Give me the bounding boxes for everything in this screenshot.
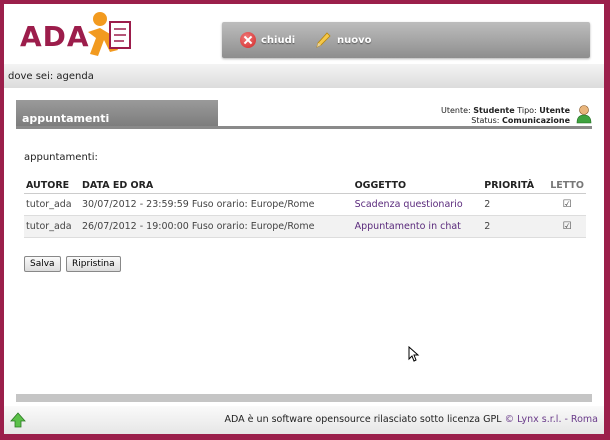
panel-divider [16, 126, 592, 129]
cell-author: tutor_ada [24, 193, 80, 216]
read-checkbox[interactable]: ☑ [563, 200, 572, 210]
status-value: Comunicazione [502, 116, 570, 125]
col-header-subject: OGGETTO [352, 176, 483, 194]
cell-subject: Appuntamento in chat [352, 215, 483, 238]
app-frame: ADA chiudi nuovo dove sei: agenda appunt… [4, 4, 604, 434]
list-subtitle: appuntamenti: [24, 152, 98, 163]
footer-license: ADA è un software opensource rilasciato … [224, 414, 502, 425]
table-row: tutor_ada 26/07/2012 - 19:00:00 Fuso ora… [24, 215, 586, 238]
col-header-datetime: DATA ED ORA [79, 176, 353, 194]
user-info: Utente: Studente Tipo: Utente Status: Co… [441, 106, 570, 126]
read-checkbox[interactable]: ☑ [563, 222, 572, 232]
logo-figure-icon [88, 12, 131, 56]
ada-logo[interactable]: ADA [18, 10, 138, 58]
status-label: Status: [471, 116, 500, 125]
save-button[interactable]: Salva [24, 256, 61, 272]
new-button[interactable]: nuovo [314, 31, 372, 49]
cell-priority: 2 [482, 215, 549, 238]
pencil-icon [316, 32, 331, 48]
table-header-row: AUTORE DATA ED ORA OGGETTO PRIORITÀ LETT… [24, 176, 586, 194]
close-label: chiudi [261, 34, 296, 46]
cell-datetime: 26/07/2012 - 19:00:00 Fuso orario: Europ… [79, 215, 353, 238]
close-button[interactable]: chiudi [240, 31, 295, 49]
appointments-table: AUTORE DATA ED ORA OGGETTO PRIORITÀ LETT… [24, 176, 586, 238]
col-header-priority: PRIORITÀ [482, 176, 549, 194]
user-avatar-icon [576, 105, 592, 124]
main-panel: appuntamenti Utente: Studente Tipo: Uten… [16, 100, 592, 392]
table-row: tutor_ada 30/07/2012 - 23:59:59 Fuso ora… [24, 193, 586, 216]
cell-read: ☑ [548, 215, 586, 238]
new-label: nuovo [337, 34, 372, 46]
reset-button[interactable]: Ripristina [66, 256, 121, 272]
col-header-read: LETTO [548, 176, 586, 194]
type-value: Utente [539, 106, 570, 115]
subject-link[interactable]: Scadenza questionario [355, 199, 463, 210]
footer-text: ADA è un software opensource rilasciato … [225, 414, 598, 425]
top-toolbar: chiudi nuovo [222, 22, 590, 58]
subject-link[interactable]: Appuntamento in chat [355, 221, 461, 232]
user-label: Utente: [440, 106, 471, 115]
user-value: Studente [473, 106, 515, 115]
breadcrumb: dove sei: agenda [8, 71, 94, 82]
cell-author: tutor_ada [24, 215, 80, 238]
panel-title-tab: appuntamenti [16, 100, 218, 126]
type-label: Tipo: [517, 106, 537, 115]
close-icon [240, 32, 256, 48]
mouse-cursor-icon [408, 346, 420, 362]
bottom-separator [16, 394, 592, 402]
panel-title: appuntamenti [22, 112, 110, 125]
cell-subject: Scadenza questionario [352, 193, 483, 216]
footer: ADA è un software opensource rilasciato … [4, 406, 604, 434]
breadcrumb-bar [4, 64, 604, 88]
back-to-top-icon[interactable] [10, 412, 26, 428]
cell-priority: 2 [482, 193, 549, 216]
cell-datetime: 30/07/2012 - 23:59:59 Fuso orario: Europ… [79, 193, 353, 216]
cell-read: ☑ [548, 193, 586, 216]
col-header-author: AUTORE [24, 176, 80, 194]
footer-copyright-link[interactable]: © Lynx s.r.l. - Roma [505, 414, 598, 425]
